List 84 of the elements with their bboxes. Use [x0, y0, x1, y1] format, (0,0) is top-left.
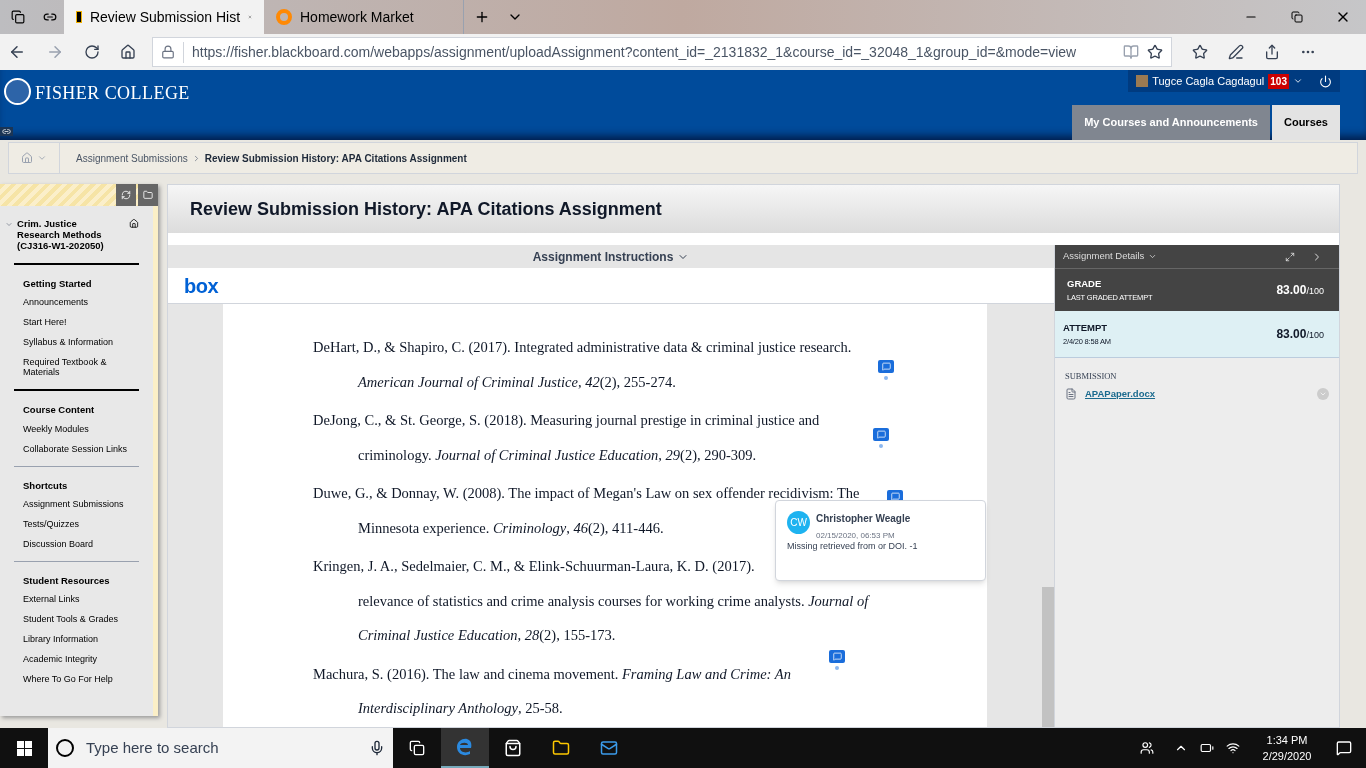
user-name[interactable]: Tugce Cagla Cagdagul — [1152, 72, 1265, 90]
section-heading: Course Content — [23, 403, 96, 418]
notification-badge[interactable]: 103 — [1268, 73, 1289, 89]
sidebar-link[interactable]: Collaborate Session Links — [23, 443, 139, 454]
reference-line: criminology. Journal of Criminal Justice Education, 29(2), 290-309. — [358, 445, 757, 465]
grade-score: 83.00/100 — [1276, 282, 1324, 299]
file-icon — [1065, 387, 1077, 400]
reference-line: Machura, S. (2016). The law and cinema movement. Framing Law and Crime: An — [313, 664, 791, 684]
clock[interactable]: 1:34 PM 2/29/2020 — [1252, 731, 1322, 765]
breadcrumb-item[interactable]: Assignment Submissions — [76, 150, 188, 166]
sidebar-link[interactable]: Discussion Board — [23, 538, 139, 549]
sidebar-link[interactable]: Assignment Submissions — [23, 498, 139, 509]
college-logo-text[interactable]: FISHER COLLEGE — [35, 80, 190, 107]
lock-icon — [161, 45, 175, 59]
sidebar-link[interactable]: Academic Integrity — [23, 654, 139, 664]
nav-tab[interactable]: Courses — [1271, 105, 1340, 140]
browser-tab[interactable]: Review Submission Hist — [64, 0, 264, 34]
reference-line: DeJong, C., & St. George, S. (2018). Measuring journal prestige in criminal justice and — [313, 411, 820, 430]
tab-logo-icon — [76, 11, 82, 23]
refresh-icon[interactable] — [84, 44, 100, 60]
comment-icon[interactable] — [878, 360, 894, 380]
attempt-label: ATTEMPT — [1063, 321, 1109, 336]
reference-line: Duwe, G., & Donnay, W. (2008). The impact of Megan's Law on sex offender recidivism: The — [313, 484, 860, 503]
pen-icon[interactable] — [1228, 44, 1244, 60]
sidebar-link[interactable]: Where To Go For Help — [23, 674, 139, 684]
reference-line: Minnesota experience. Criminology, 46(2), 411-446. — [358, 518, 664, 538]
caret-icon — [1148, 252, 1158, 261]
section-heading: Shortcuts — [23, 478, 69, 493]
comment-icon[interactable] — [829, 650, 845, 670]
sidebar-link[interactable]: Student Tools & Grades — [23, 614, 139, 624]
home-icon[interactable] — [129, 218, 139, 229]
sidebar-link[interactable]: Start Here! — [23, 317, 139, 328]
box-logo: box — [184, 273, 219, 299]
comment-date: 02/15/2020, 06:53 PM — [816, 530, 896, 542]
favorite-icon[interactable] — [1147, 44, 1163, 60]
scrollbar-thumb[interactable] — [1042, 587, 1054, 727]
people-icon[interactable] — [1140, 741, 1154, 755]
reading-view-icon[interactable] — [1123, 44, 1139, 60]
sidebar-link[interactable]: Tests/Quizzes — [23, 518, 139, 529]
grade-label: GRADE — [1067, 277, 1103, 292]
sidebar-link[interactable]: External Links — [23, 594, 139, 604]
address-field[interactable]: https://fisher.blackboard.com/webapps/assignment/uploadAssignment?content_id=_2131832_1&course_id=_32048_1&group_id=&mode=view — [152, 37, 1172, 67]
microphone-icon[interactable] — [369, 740, 385, 756]
favorites-list-icon[interactable] — [1192, 44, 1208, 60]
battery-icon[interactable] — [1200, 741, 1214, 755]
submission-label: SUBMISSION — [1065, 370, 1118, 383]
sidebar-link[interactable]: Syllabus & Information — [23, 337, 139, 348]
section-heading: Student Resources — [23, 573, 111, 588]
reference-line: DeHart, D., & Shapiro, C. (2017). Integrated administrative data & criminal justice research. — [313, 338, 852, 357]
user-avatar-icon — [1136, 75, 1149, 87]
reference-line: Kringen, J. A., Sedelmaier, C. M., & Elink-Schuurman-Laura, K. D. (2017). — [313, 557, 755, 576]
comment-text: Missing retrieved from or DOI. -1 — [787, 540, 919, 553]
section-heading: Getting Started — [23, 277, 93, 291]
sidebar-link[interactable]: Weekly Modules — [23, 423, 139, 434]
comment-icon[interactable] — [873, 428, 889, 448]
tab-ring-icon — [276, 9, 292, 25]
sidebar-link[interactable]: Library Information — [23, 634, 139, 644]
reference-line: Criminal Justice Education, 28(2), 155-173. — [358, 626, 616, 645]
logout-icon[interactable] — [1319, 74, 1332, 88]
expand-icon[interactable] — [1285, 251, 1295, 262]
comment-author: Christopher Weagle — [816, 512, 911, 526]
breadcrumb-item[interactable]: Review Submission History: APA Citations Assignment — [204, 150, 467, 166]
reference-line: relevance of statistics and crime analysis courses for working crime analysts. Journal of — [358, 591, 869, 611]
home-icon[interactable] — [120, 44, 136, 60]
wifi-icon[interactable] — [1226, 741, 1240, 755]
caret-icon[interactable] — [1293, 76, 1303, 86]
edge-icon[interactable] — [441, 728, 489, 768]
attempt-score: 83.00/100 — [1276, 326, 1324, 343]
author-avatar: CW — [787, 511, 810, 534]
reference-line: American Journal of Criminal Justice, 42(2), 255-274. — [358, 372, 676, 392]
nav-tab[interactable]: My Courses and Announcements — [1072, 105, 1270, 140]
back-icon[interactable] — [8, 43, 26, 61]
page-title: Review Submission History: APA Citations Assignment — [190, 197, 662, 221]
reference-line: Interdisciplinary Anthology, 25-58. — [358, 699, 563, 718]
details-title[interactable]: Assignment Details — [1063, 249, 1145, 264]
taskbar-search-field[interactable]: Type here to search — [48, 728, 393, 768]
college-seal-icon — [4, 78, 31, 105]
sidebar-link[interactable]: Announcements — [23, 297, 139, 308]
file-link[interactable]: APAPaper.docx — [1085, 386, 1309, 401]
instructions-toggle[interactable]: Assignment Instructions — [168, 245, 1054, 268]
share-icon[interactable] — [1264, 44, 1280, 60]
link-icon[interactable] — [0, 127, 13, 136]
course-title[interactable]: Crim. Justice Research Methods (CJ316-W1-202050) — [17, 218, 122, 251]
sidebar-link[interactable]: Required Textbook & Materials — [23, 357, 139, 378]
